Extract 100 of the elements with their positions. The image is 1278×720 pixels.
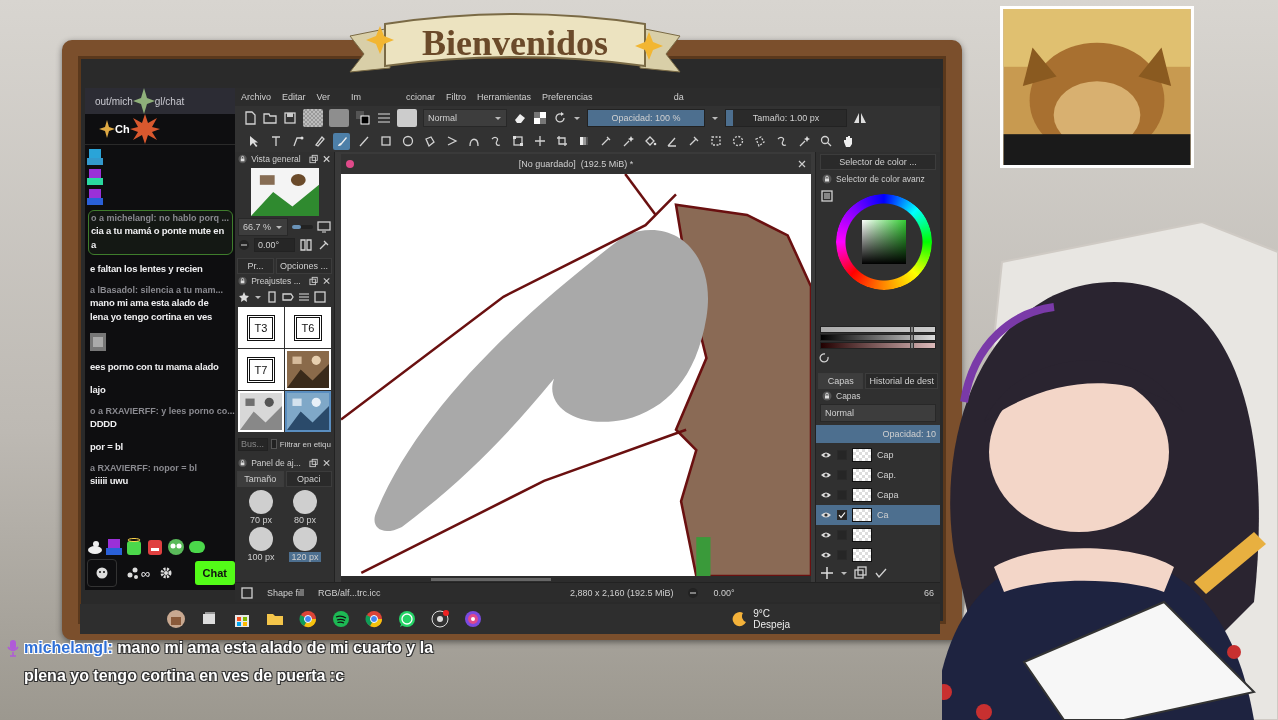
opacity-slider[interactable]: Opacidad: 100 %	[587, 109, 705, 127]
brush-settings-icon[interactable]	[377, 111, 391, 125]
lock-icon[interactable]	[238, 154, 248, 164]
chat-app-icon[interactable]	[397, 609, 417, 629]
dots-icon[interactable]	[127, 567, 139, 579]
tab[interactable]: Selector de color ...	[820, 154, 936, 170]
close-icon[interactable]	[321, 458, 331, 468]
pattern-swatch[interactable]	[329, 109, 349, 127]
tab[interactable]: Historial de dest	[865, 373, 938, 389]
settings-icon[interactable]	[160, 567, 173, 579]
menu-item[interactable]: Editar	[282, 92, 306, 102]
folder-icon[interactable]	[263, 111, 277, 125]
mirror-icon[interactable]	[853, 111, 867, 125]
menu-item[interactable]: Herramientas	[477, 92, 532, 102]
list-icon[interactable]	[298, 291, 310, 303]
save-icon[interactable]	[314, 291, 326, 303]
tab[interactable]: Pr...	[237, 258, 274, 274]
lock-icon[interactable]	[822, 174, 832, 184]
caret-icon[interactable]	[254, 293, 262, 301]
checkbox[interactable]	[271, 439, 277, 449]
book-icon[interactable]	[266, 291, 278, 303]
lock-icon[interactable]	[822, 391, 832, 401]
save-icon[interactable]	[283, 111, 297, 125]
tag-icon[interactable]	[282, 291, 294, 303]
smiley-icon	[96, 567, 108, 579]
reload-icon[interactable]	[553, 111, 567, 125]
pin-icon[interactable]	[317, 238, 331, 252]
search-field[interactable]: Bus...	[238, 437, 268, 451]
brush-preset[interactable]: T6	[285, 307, 331, 348]
blend-mode-dropdown[interactable]: Normal	[423, 109, 507, 127]
caret-icon[interactable]	[711, 114, 719, 122]
monitor-icon[interactable]	[317, 220, 331, 234]
browser-icon[interactable]	[364, 609, 384, 629]
color-square[interactable]	[862, 220, 906, 264]
pattern-swatch[interactable]	[303, 109, 323, 127]
lock-icon[interactable]	[238, 458, 248, 468]
menu-item[interactable]: ccionar	[406, 92, 436, 102]
layer-row[interactable]: Cap	[816, 444, 940, 465]
checkbox[interactable]	[837, 509, 847, 520]
add-icon[interactable]	[820, 566, 834, 581]
new-file-icon[interactable]	[243, 111, 257, 125]
tab[interactable]: Opaci	[285, 471, 332, 487]
duplicate-icon[interactable]	[854, 566, 868, 581]
lock-icon[interactable]	[238, 276, 248, 286]
layer-row[interactable]: Cap.	[816, 464, 940, 485]
brush-preset[interactable]: T3	[238, 307, 284, 348]
caret-icon[interactable]	[275, 223, 284, 231]
eraser-icon[interactable]	[513, 111, 527, 125]
layer-row[interactable]: Ca	[816, 504, 940, 525]
paint-app-icon[interactable]	[463, 609, 483, 629]
brush-icon[interactable]	[333, 132, 350, 150]
tab[interactable]: Capas	[818, 373, 864, 389]
caret-icon[interactable]	[494, 114, 502, 122]
brush-preset[interactable]	[285, 349, 331, 390]
music-app-icon[interactable]	[331, 609, 351, 629]
close-icon[interactable]	[321, 276, 331, 286]
chat-button[interactable]: Chat	[194, 561, 235, 585]
shade-slider[interactable]	[820, 334, 936, 341]
list-icon[interactable]	[821, 190, 833, 202]
menu-item[interactable]: Archivo	[241, 92, 271, 102]
menu-item[interactable]: Im	[351, 92, 362, 102]
tab[interactable]: Opciones ...	[275, 258, 332, 274]
color-swatch-icon[interactable]	[355, 110, 371, 126]
zoom-dropdown[interactable]: 66.7 %	[238, 218, 289, 236]
blend-mode-dropdown[interactable]: Normal	[820, 404, 936, 422]
brush-size[interactable]: 100 px	[245, 552, 277, 562]
reload-icon[interactable]	[819, 352, 831, 364]
opacity-slider[interactable]: Opacidad: 10	[816, 424, 940, 443]
float-icon[interactable]	[308, 154, 318, 164]
menu-item[interactable]: da	[673, 92, 684, 102]
brush-size[interactable]: 120 px	[289, 552, 321, 562]
brush-preset[interactable]	[238, 391, 284, 432]
shade-slider[interactable]	[820, 342, 936, 349]
brush-preset[interactable]	[285, 391, 331, 432]
brush-size[interactable]: 80 px	[292, 515, 318, 525]
checker-icon[interactable]	[533, 111, 547, 125]
widget-icon[interactable]	[166, 609, 186, 629]
brush-preset[interactable]: T7	[238, 349, 284, 390]
close-icon[interactable]	[321, 154, 331, 164]
menu-item[interactable]: Filtro	[446, 92, 467, 102]
layer-row[interactable]: Capa	[816, 484, 940, 505]
shade-slider[interactable]	[820, 326, 936, 333]
zoom-slider[interactable]	[292, 225, 313, 229]
mirror-icon[interactable]	[299, 238, 313, 252]
menu-item[interactable]: Preferencias	[542, 92, 593, 102]
rotation-field[interactable]: 0.00°	[254, 238, 295, 252]
close-icon[interactable]	[797, 159, 807, 169]
emote-button[interactable]	[87, 559, 117, 587]
address-bar[interactable]: out/mich gl/chat	[85, 88, 235, 114]
tab[interactable]: Tamaño	[237, 471, 284, 487]
float-icon[interactable]	[308, 276, 318, 286]
record-app-icon[interactable]	[430, 609, 450, 629]
menu-item[interactable]: Ver	[316, 92, 331, 102]
size-slider[interactable]: Tamaño: 1.00 px	[725, 109, 847, 127]
browser-icon[interactable]	[298, 609, 318, 629]
float-icon[interactable]	[308, 458, 318, 468]
caret-icon[interactable]	[840, 569, 848, 577]
brush-size[interactable]: 70 px	[248, 515, 274, 525]
star-icon[interactable]	[238, 291, 250, 303]
caret-icon[interactable]	[573, 114, 581, 122]
